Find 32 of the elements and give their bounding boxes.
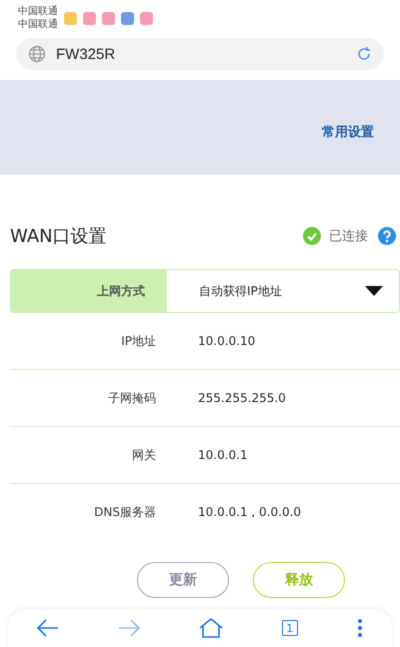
select-value: 自动获得IP地址 — [199, 282, 283, 300]
app-icon — [121, 12, 134, 24]
field-label: 网关 — [131, 446, 157, 464]
section-title: WAN口设置 — [10, 225, 108, 248]
home-icon[interactable] — [198, 618, 223, 638]
carrier-name: 中国联通 — [18, 5, 58, 18]
url-text: FW325R — [56, 46, 116, 62]
settings-link[interactable]: 常用设置 — [322, 122, 374, 140]
app-icon — [102, 12, 115, 24]
app-icon — [64, 12, 77, 24]
back-arrow-icon[interactable] — [37, 619, 60, 637]
connection-type-select[interactable]: 上网方式 自动获得IP地址 — [10, 269, 400, 313]
field-label: 子网掩码 — [107, 390, 157, 406]
carrier-name: 中国联通 — [18, 18, 58, 31]
renew-button[interactable]: 更新 — [137, 562, 229, 598]
field-value: 255.255.255.0 — [198, 391, 286, 405]
more-icon[interactable] — [356, 618, 363, 638]
app-icon — [140, 12, 153, 24]
tabs-button[interactable]: 1 — [282, 620, 298, 636]
field-value: 10.0.0.1 — [198, 448, 248, 462]
field-label: IP地址 — [120, 332, 157, 350]
refresh-icon[interactable] — [356, 46, 372, 62]
select-label: 上网方式 — [11, 270, 167, 312]
help-icon[interactable] — [378, 227, 396, 245]
dropdown-arrow-icon — [365, 286, 383, 296]
address-bar[interactable]: FW325R — [16, 38, 384, 70]
connection-status: 已连接 — [329, 228, 368, 245]
field-value: 10.0.0.1 , 0.0.0.0 — [198, 505, 302, 519]
globe-icon — [28, 45, 46, 63]
field-label: DNS服务器 — [93, 504, 157, 520]
field-value: 10.0.0.10 — [198, 334, 256, 348]
app-icon — [83, 12, 96, 24]
